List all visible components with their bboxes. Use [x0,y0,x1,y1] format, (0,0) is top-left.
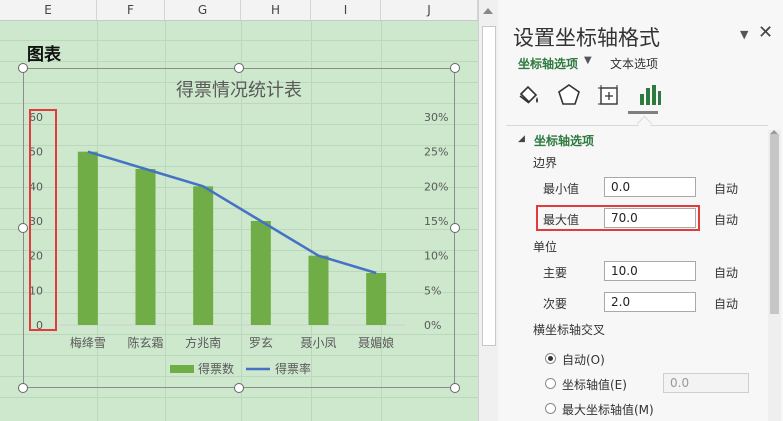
secondary-y-axis-tick-label: 20% [424,180,448,193]
resize-handle-top-right[interactable] [450,63,460,73]
bar [366,273,387,325]
min-bound-label: 最小值 [543,182,580,196]
worksheet-area[interactable]: E F G H I J 图表 得票情况统计表 0 10 20 30 40 50 60 0% 5% 1… [0,0,478,421]
resize-handle-top[interactable] [234,63,244,73]
size-properties-icon[interactable] [596,82,622,108]
bar [193,186,214,325]
legend-swatch-bar [170,365,194,373]
fill-line-icon[interactable] [516,82,542,108]
radio-crosses-max[interactable] [545,403,556,414]
radio-crosses-max-label[interactable]: 最大坐标轴值(M) [562,401,654,418]
pane-close-icon[interactable]: ✕ [758,22,773,43]
radio-crosses-axis-value-label[interactable]: 坐标轴值(E) [562,376,627,393]
secondary-y-axis-tick-label: 0% [424,319,441,332]
radio-crosses-auto[interactable] [545,353,556,364]
divider-notch [636,115,653,132]
min-bound-input[interactable]: 0.0 [604,177,696,197]
line-series [87,150,377,275]
bar [135,169,156,325]
secondary-y-axis-tick-label: 5% [424,284,441,297]
major-unit-label: 主要 [543,266,568,280]
minor-unit-input[interactable]: 2.0 [604,292,696,312]
legend-label: 得票数 [198,361,234,376]
sheet-vertical-scrollbar[interactable] [478,0,498,421]
crosses-axis-value-input[interactable]: 0.0 [663,373,749,393]
x-axis-category-label: 聂小凤 [300,336,336,350]
chart-title: 得票情况统计表 [176,80,302,101]
major-unit-input[interactable]: 10.0 [604,261,696,281]
secondary-y-axis-tick-label: 10% [424,250,448,263]
x-axis-category-label: 方兆南 [185,335,221,350]
horizontal-axis-crosses-label: 横坐标轴交叉 [533,323,606,337]
resize-handle-bottom-left[interactable] [18,383,28,393]
secondary-y-axis-tick-label: 15% [424,215,448,228]
x-axis-category-label: 陈玄霜 [127,335,163,350]
effects-icon[interactable] [556,82,582,108]
max-bound-highlight [536,205,700,231]
pane-options-chevron-icon[interactable]: ▼ [740,28,748,41]
radio-crosses-auto-label[interactable]: 自动(O) [562,351,605,368]
tab-axis-options-dropdown-icon[interactable]: ▼ [584,55,592,66]
minor-unit-label: 次要 [543,297,568,311]
format-axis-pane: 设置坐标轴格式 ▼ ✕ 坐标轴选项 ▼ 文本选项 ◢ 坐标轴选项 边界 最小值 … [498,0,783,421]
secondary-y-axis-tick-label: 25% [424,146,448,159]
resize-handle-right[interactable] [450,223,460,233]
max-bound-auto-button[interactable]: 自动 [714,211,738,228]
bounds-label: 边界 [533,156,558,170]
min-bound-auto-button[interactable]: 自动 [714,180,738,197]
x-axis-category-label: 梅绛雪 [70,335,106,350]
resize-handle-top-left[interactable] [18,63,28,73]
x-axis-category-label: 聂媚娘 [358,335,394,350]
radio-crosses-axis-value[interactable] [545,378,556,389]
units-label: 单位 [533,240,558,254]
pane-scrollbar[interactable] [768,130,781,421]
tab-axis-options[interactable]: 坐标轴选项 [518,55,578,72]
axis-options-icon[interactable] [636,82,662,108]
major-unit-auto-button[interactable]: 自动 [714,264,738,281]
divider [506,125,768,126]
bar [250,221,271,325]
active-icon-underline [628,111,658,114]
resize-handle-bottom-right[interactable] [450,383,460,393]
scroll-up-arrow-icon[interactable] [483,8,493,14]
bar [308,255,329,325]
resize-handle-left[interactable] [18,223,28,233]
scrollbar-thumb[interactable] [482,26,496,346]
bar [77,151,98,325]
section-expand-caret-icon[interactable]: ◢ [518,134,525,144]
pane-scrollbar-thumb[interactable] [770,134,779,314]
minor-unit-auto-button[interactable]: 自动 [714,295,738,312]
x-axis-category-label: 罗玄 [249,335,273,350]
legend-label: 得票率 [275,361,311,376]
secondary-y-axis-tick-label: 30% [424,111,448,124]
resize-handle-bottom[interactable] [234,383,244,393]
pane-title: 设置坐标轴格式 [513,26,660,50]
vertical-axis-highlight [29,109,57,331]
section-axis-options-header[interactable]: 坐标轴选项 [534,132,594,149]
tab-text-options[interactable]: 文本选项 [610,55,658,72]
